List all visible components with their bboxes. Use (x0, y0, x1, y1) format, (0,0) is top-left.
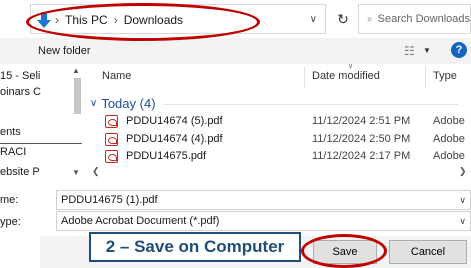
caret-down-icon[interactable]: ▼ (423, 46, 431, 55)
breadcrumb: › This PC › Downloads (55, 13, 183, 27)
refresh-icon: ↻ (337, 10, 349, 27)
nav-item[interactable]: ebsite P (0, 166, 70, 178)
file-type: Adobe (433, 133, 465, 145)
save-as-type-label: ype: (0, 216, 21, 228)
nav-scrollbar[interactable]: ▲ ▼ (72, 64, 84, 182)
file-name-value: PDDU14675 (1).pdf (61, 194, 158, 206)
column-date-modified[interactable]: Date modified (312, 70, 380, 82)
file-row[interactable]: PDDU14674 (4).pdf 11/12/2024 2:50 PM Ado… (90, 132, 471, 148)
save-as-type-select[interactable]: Adobe Acrobat Document (*.pdf) ∨ (56, 211, 471, 231)
file-name: PDDU14674 (5).pdf (126, 115, 223, 127)
file-name: PDDU14674 (4).pdf (126, 133, 223, 145)
scroll-thumb[interactable] (74, 78, 81, 114)
column-name[interactable]: Name (102, 70, 131, 82)
file-date: 11/12/2024 2:17 PM (312, 150, 411, 162)
down-arrow-icon (37, 12, 51, 28)
file-date: 11/12/2024 2:51 PM (312, 115, 411, 127)
chevron-down-icon[interactable]: ∨ (459, 191, 466, 209)
navigation-pane: 15 - Seli oinars C ents RACI ebsite P ▲ … (0, 64, 84, 186)
refresh-button[interactable]: ↻ (330, 4, 356, 34)
pdf-file-icon (105, 133, 118, 146)
search-icon (367, 16, 372, 22)
annotation-line (0, 143, 82, 144)
column-headers: Name ∨ Date modified Type (90, 63, 471, 88)
help-icon[interactable]: ? (451, 42, 467, 58)
file-type: Adobe (433, 150, 465, 162)
file-name-label: me: (0, 194, 19, 206)
scroll-right-icon[interactable]: ❯ (459, 166, 467, 177)
instruction-callout: 2 – Save on Computer (89, 232, 301, 262)
save-button[interactable]: Save (313, 240, 377, 264)
column-divider[interactable] (425, 66, 426, 88)
file-row[interactable]: PDDU14674 (5).pdf 11/12/2024 2:51 PM Ado… (90, 114, 471, 130)
chevron-down-icon[interactable]: ∨ (90, 98, 97, 109)
file-name: PDDU14675.pdf (126, 150, 207, 162)
cancel-button[interactable]: Cancel (389, 240, 467, 264)
nav-item[interactable]: ents (0, 126, 70, 138)
nav-item[interactable]: RACI (0, 146, 70, 158)
nav-item[interactable]: oinars C (0, 86, 70, 98)
file-type: Adobe (433, 115, 465, 127)
breadcrumb-separator: › (113, 13, 118, 27)
scroll-down-icon[interactable]: ▼ (72, 168, 80, 177)
nav-item[interactable]: 15 - Seli (0, 70, 70, 82)
scroll-up-icon[interactable]: ▲ (72, 66, 80, 75)
file-list-scrollbar[interactable] (465, 86, 471, 166)
breadcrumb-this-pc[interactable]: This PC (65, 13, 108, 27)
chevron-down-icon[interactable]: ∨ (459, 212, 466, 230)
search-placeholder: Search Downloads (377, 13, 470, 25)
file-row[interactable]: PDDU14675.pdf 11/12/2024 2:17 PM Adobe (90, 149, 471, 165)
address-bar[interactable]: › This PC › Downloads ∨ (30, 4, 326, 34)
save-as-type-value: Adobe Acrobat Document (*.pdf) (61, 215, 220, 227)
view-options-icon[interactable]: ☷ (404, 44, 415, 58)
pdf-file-icon (105, 150, 118, 163)
column-type[interactable]: Type (433, 70, 457, 82)
chevron-down-icon[interactable]: ∨ (310, 14, 317, 25)
group-header[interactable]: ∨ Today (4) (90, 96, 156, 111)
column-divider[interactable] (304, 66, 305, 88)
scroll-left-icon[interactable]: ❮ (92, 166, 100, 177)
group-divider (163, 104, 458, 105)
breadcrumb-downloads[interactable]: Downloads (124, 13, 183, 27)
search-input[interactable]: Search Downloads (358, 4, 471, 34)
breadcrumb-separator: › (55, 13, 59, 27)
horizontal-scrollbar[interactable]: ❮ ❯ (90, 166, 471, 178)
pdf-file-icon (105, 115, 118, 128)
file-name-field[interactable]: PDDU14675 (1).pdf ∨ (56, 190, 471, 210)
sort-indicator-icon: ∨ (348, 63, 354, 70)
new-folder-button[interactable]: New folder (38, 45, 91, 57)
command-bar: New folder ☷ ▼ ? (0, 38, 471, 64)
file-date: 11/12/2024 2:50 PM (312, 133, 411, 145)
group-label: Today (4) (101, 96, 156, 111)
